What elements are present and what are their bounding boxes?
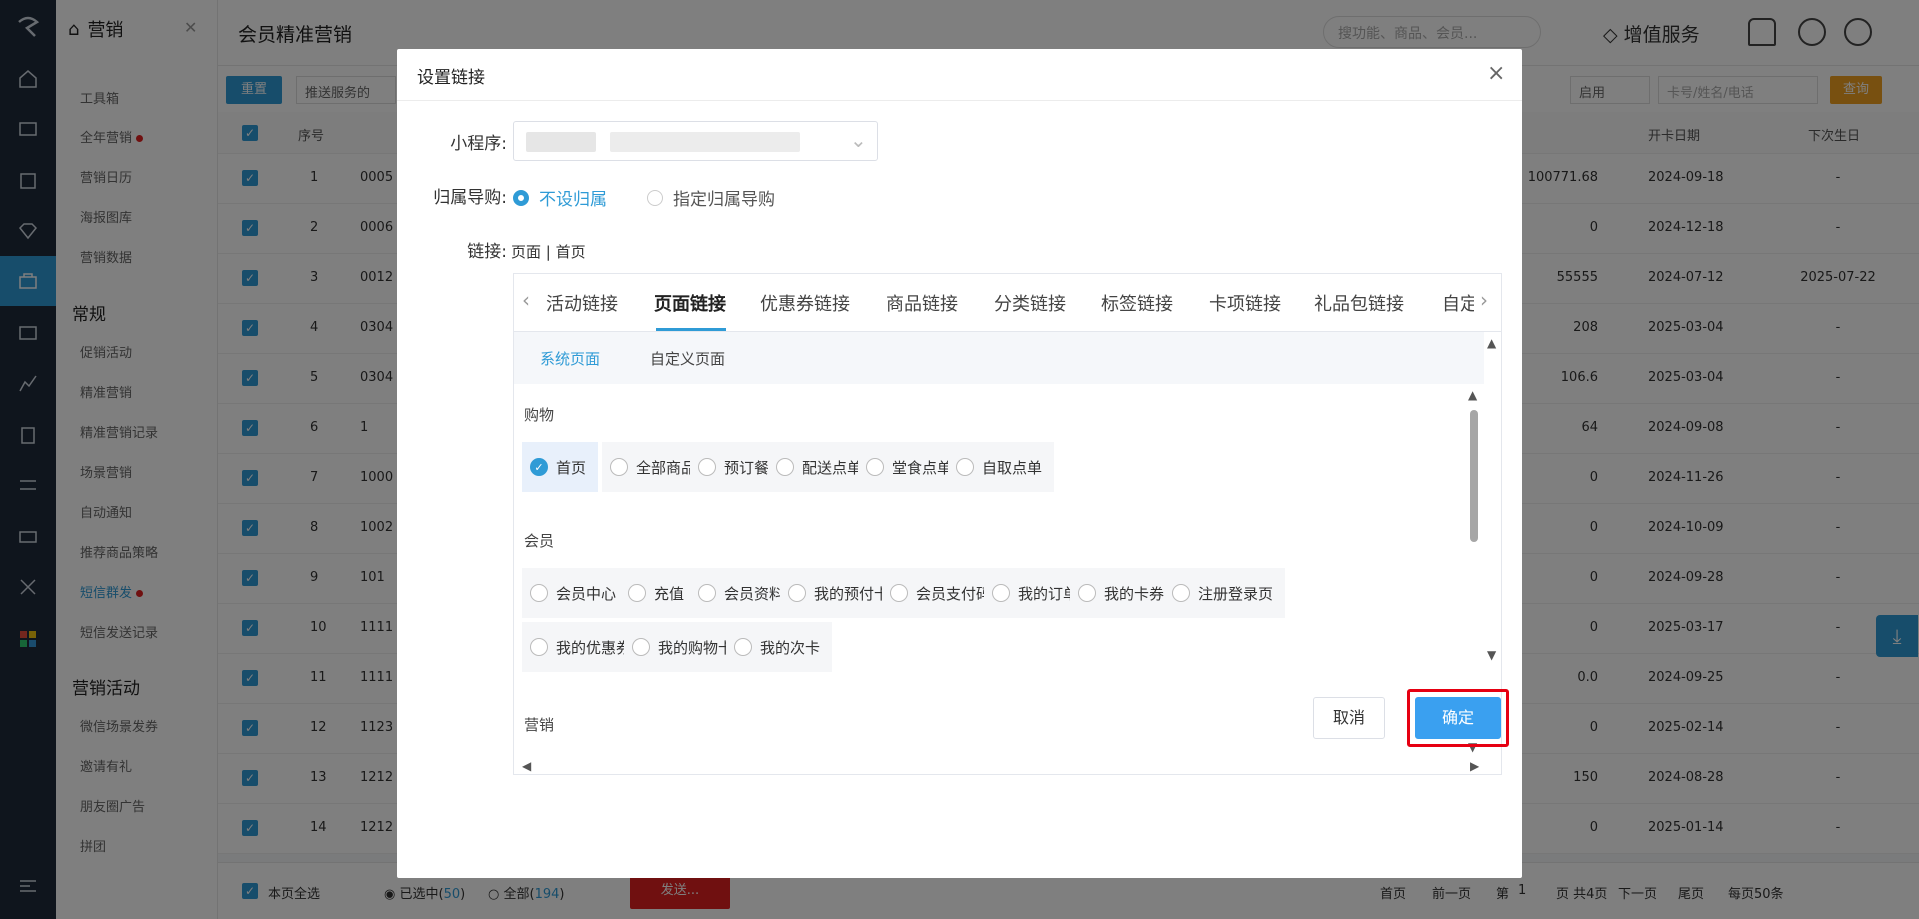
radio-circle	[776, 458, 794, 476]
link-tabs: ‹ 活动链接 页面链接 优惠券链接 商品链接 分类链接 标签链接 卡项链接 礼品…	[514, 274, 1501, 332]
page-option-label: 充值	[654, 584, 685, 603]
radio-specify-guide[interactable]: 指定归属导购	[647, 185, 775, 210]
radio-circle	[992, 584, 1010, 602]
app-root: ⌂营销 ✕ 工具箱 全年营销 营销日历 海报图库 营销数据 常规 促销活动 精准…	[0, 0, 1919, 919]
subtab-system-pages[interactable]: 系统页面	[540, 348, 600, 369]
tab-category-link[interactable]: 分类链接	[994, 290, 1066, 316]
cancel-button[interactable]: 取消	[1313, 697, 1385, 739]
page-option[interactable]: 注册登录页	[1164, 568, 1286, 618]
guide-label: 归属导购:	[433, 188, 507, 208]
radio-label: 不设归属	[539, 190, 607, 210]
blurred-value	[526, 132, 596, 152]
scroll-up-icon[interactable]: ▲	[1468, 388, 1477, 402]
page-option-label: 会员资料	[724, 584, 785, 603]
page-option-label: 首页	[556, 458, 587, 477]
page-option[interactable]: 自取点单	[948, 442, 1055, 492]
page-option-label: 我的次卡	[760, 638, 821, 657]
mini-program-label: 小程序:	[450, 134, 507, 154]
radio-circle	[890, 584, 908, 602]
page-option-label: 注册登录页	[1198, 584, 1274, 603]
page-option[interactable]: 我的次卡	[726, 622, 833, 672]
page-option-label: 预订餐	[724, 458, 770, 477]
dialog-header: 设置链接 ×	[397, 49, 1522, 101]
tab-page-link[interactable]: 页面链接	[654, 290, 726, 316]
scroll-left-icon[interactable]: ◀	[522, 759, 531, 773]
tab-gift-link[interactable]: 礼品包链接	[1314, 290, 1404, 316]
radio-circle	[788, 584, 806, 602]
page-option-label: 我的预付卡	[814, 584, 890, 603]
page-option[interactable]: 充值	[620, 568, 697, 618]
set-link-dialog: 设置链接 × 小程序: ⌄ 归属导购: 不设归属 指定归属导购 链接: 页面 |…	[397, 49, 1522, 878]
tab-coupon-link[interactable]: 优惠券链接	[760, 290, 850, 316]
link-label: 链接:	[467, 242, 507, 262]
group-title-shopping: 购物	[524, 406, 555, 424]
radio-label: 指定归属导购	[673, 190, 775, 210]
radio-circle	[956, 458, 974, 476]
radio-no-guide[interactable]: 不设归属	[513, 185, 607, 210]
chevron-left-icon[interactable]: ‹	[522, 288, 530, 312]
page-option-label: 会员中心	[556, 584, 617, 603]
chevron-down-icon: ⌄	[850, 128, 867, 152]
scroll-up-icon[interactable]: ▲	[1487, 336, 1496, 350]
radio-circle	[530, 584, 548, 602]
scroll-right-icon[interactable]: ▶	[1470, 759, 1479, 773]
page-subtabs: 系统页面 自定义页面	[514, 332, 1484, 384]
page-option-label: 会员支付码	[916, 584, 992, 603]
dialog-title: 设置链接	[417, 68, 485, 88]
check-icon: ✓	[530, 458, 548, 476]
radio-circle	[628, 584, 646, 602]
radio-circle	[698, 584, 716, 602]
page-option-label: 配送点单	[802, 458, 863, 477]
page-option-label: 自取点单	[982, 458, 1043, 477]
page-option-label: 我的订单	[1018, 584, 1079, 603]
page-option-label: 全部商品	[636, 458, 697, 477]
tab-card-link[interactable]: 卡项链接	[1209, 290, 1281, 316]
radio-circle	[734, 638, 752, 656]
blurred-value	[610, 132, 800, 152]
tab-custom-link[interactable]: 自定	[1442, 290, 1474, 316]
confirm-button[interactable]: 确定	[1415, 697, 1501, 739]
link-value: 页面 | 首页	[511, 243, 586, 261]
horizontal-scrollbar[interactable]: ◀ ▶	[514, 758, 1501, 774]
page-option[interactable]: 我的卡券	[1070, 568, 1177, 618]
radio-circle	[647, 189, 663, 206]
page-option-label: 堂食点单	[892, 458, 953, 477]
page-option-label: 我的卡券	[1104, 584, 1165, 603]
radio-circle	[610, 458, 628, 476]
radio-circle	[530, 638, 548, 656]
group-title-marketing: 营销	[524, 716, 555, 734]
group-title-member: 会员	[524, 532, 555, 550]
radio-circle	[632, 638, 650, 656]
radio-circle	[1172, 584, 1190, 602]
radio-circle	[1078, 584, 1096, 602]
subtab-custom-pages[interactable]: 自定义页面	[650, 348, 725, 369]
tab-activity-link[interactable]: 活动链接	[546, 290, 618, 316]
tab-tag-link[interactable]: 标签链接	[1101, 290, 1173, 316]
radio-circle	[513, 189, 529, 206]
chevron-right-icon[interactable]: ›	[1480, 288, 1488, 312]
radio-circle	[698, 458, 716, 476]
page-option-label: 我的优惠券	[556, 638, 632, 657]
page-option[interactable]: ✓ 首页	[522, 442, 599, 492]
scroll-down-icon[interactable]: ▼	[1487, 648, 1496, 662]
active-tab-indicator	[656, 328, 726, 331]
tab-product-link[interactable]: 商品链接	[886, 290, 958, 316]
page-option[interactable]: 会员中心	[522, 568, 629, 618]
mini-program-select[interactable]: ⌄	[513, 121, 878, 161]
page-option-label: 我的购物卡	[658, 638, 734, 657]
scroll-thumb[interactable]	[1470, 410, 1478, 542]
radio-circle	[866, 458, 884, 476]
close-icon[interactable]: ×	[1487, 61, 1505, 86]
outer-vertical-scrollbar[interactable]: ▲ ▼	[1484, 332, 1501, 662]
